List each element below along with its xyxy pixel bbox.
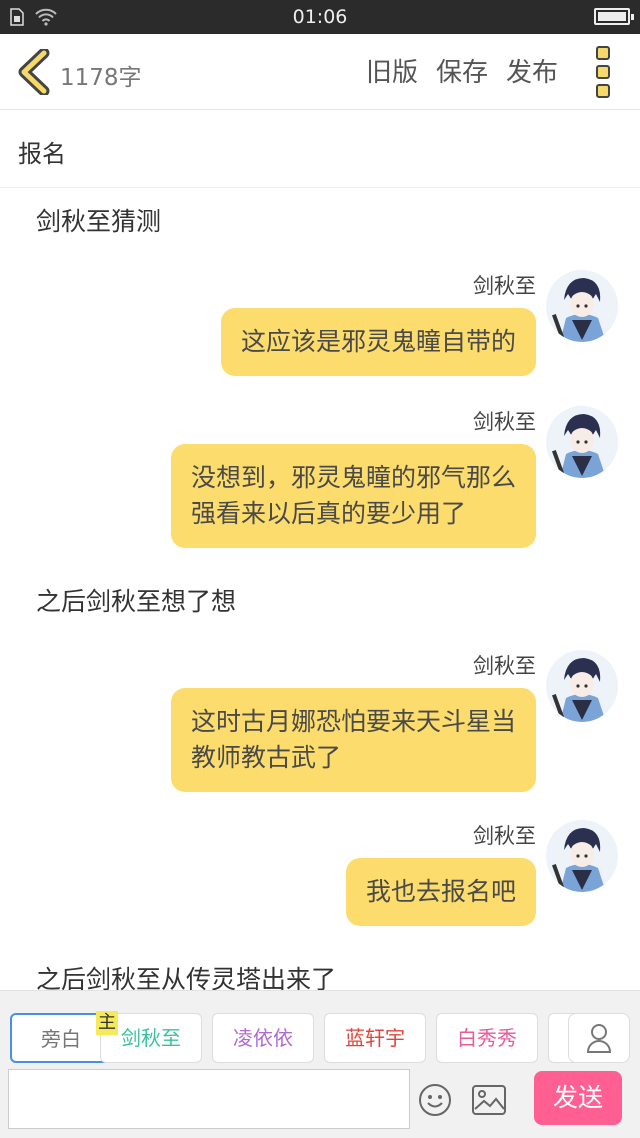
message-line: 这时古月娜恐怕要来天斗星当	[190, 707, 516, 736]
message-bubble[interactable]: 这应该是邪灵鬼瞳自带的	[220, 308, 536, 376]
avatar[interactable]	[546, 820, 618, 892]
speaker-name: 剑秋至	[473, 654, 536, 678]
publish-button[interactable]: 发布	[506, 52, 558, 89]
narration-line[interactable]: 之后剑秋至想了想	[36, 582, 236, 618]
avatar[interactable]	[546, 270, 618, 342]
word-count: 1178字	[60, 65, 142, 91]
header-actions: 旧版 保存 发布	[366, 52, 558, 89]
message-line: 教师教古武了	[190, 743, 341, 772]
status-bar: 01:06	[0, 0, 640, 34]
chapter-title: 报名	[18, 140, 66, 168]
speaker-name: 剑秋至	[473, 410, 536, 434]
message-bubble[interactable]: 没想到，邪灵鬼瞳的邪气那么 强看来以后真的要少用了	[170, 444, 536, 548]
compose-bar: 旁白 剑秋至 主 凌依依 蓝轩宇 白秀秀 发送	[0, 990, 640, 1138]
role-tab-bai-xiu-xiu[interactable]: 白秀秀	[436, 1013, 538, 1063]
send-button[interactable]: 发送	[534, 1071, 622, 1125]
image-icon[interactable]	[472, 1085, 506, 1115]
more-menu-icon[interactable]	[596, 46, 616, 98]
manage-roles-button[interactable]	[568, 1013, 630, 1063]
speaker-name: 剑秋至	[473, 824, 536, 848]
save-button[interactable]: 保存	[436, 52, 488, 89]
narration-line[interactable]: 剑秋至猜测	[36, 202, 161, 238]
speaker-name: 剑秋至	[473, 274, 536, 298]
user-icon	[586, 1024, 612, 1053]
back-icon[interactable]	[14, 49, 54, 95]
avatar[interactable]	[546, 406, 618, 478]
message-bubble[interactable]: 这时古月娜恐怕要来天斗星当 教师教古武了	[170, 688, 536, 792]
message-input[interactable]	[8, 1069, 410, 1129]
message-line: 强看来以后真的要少用了	[190, 499, 466, 528]
message-bubble[interactable]: 我也去报名吧	[345, 858, 536, 926]
main-role-badge: 主	[96, 1011, 118, 1035]
editor-header: 1178字 旧版 保存 发布	[0, 34, 640, 110]
chapter-title-row[interactable]: 报名	[0, 110, 640, 188]
role-tab-lan-xuan-yu[interactable]: 蓝轩宇	[324, 1013, 426, 1063]
role-tab-ling-yi-yi[interactable]: 凌依依	[212, 1013, 314, 1063]
clock: 01:06	[292, 6, 348, 28]
emoji-icon[interactable]	[418, 1083, 452, 1117]
avatar-image	[546, 406, 618, 478]
battery-icon	[594, 8, 634, 25]
message-line: 我也去报名吧	[365, 877, 516, 906]
avatar-image	[546, 270, 618, 342]
message-line: 没想到，邪灵鬼瞳的邪气那么	[190, 463, 516, 492]
avatar-image	[546, 820, 618, 892]
message-line: 这应该是邪灵鬼瞳自带的	[240, 327, 516, 356]
avatar[interactable]	[546, 650, 618, 722]
old-version-button[interactable]: 旧版	[366, 52, 418, 89]
avatar-image	[546, 650, 618, 722]
